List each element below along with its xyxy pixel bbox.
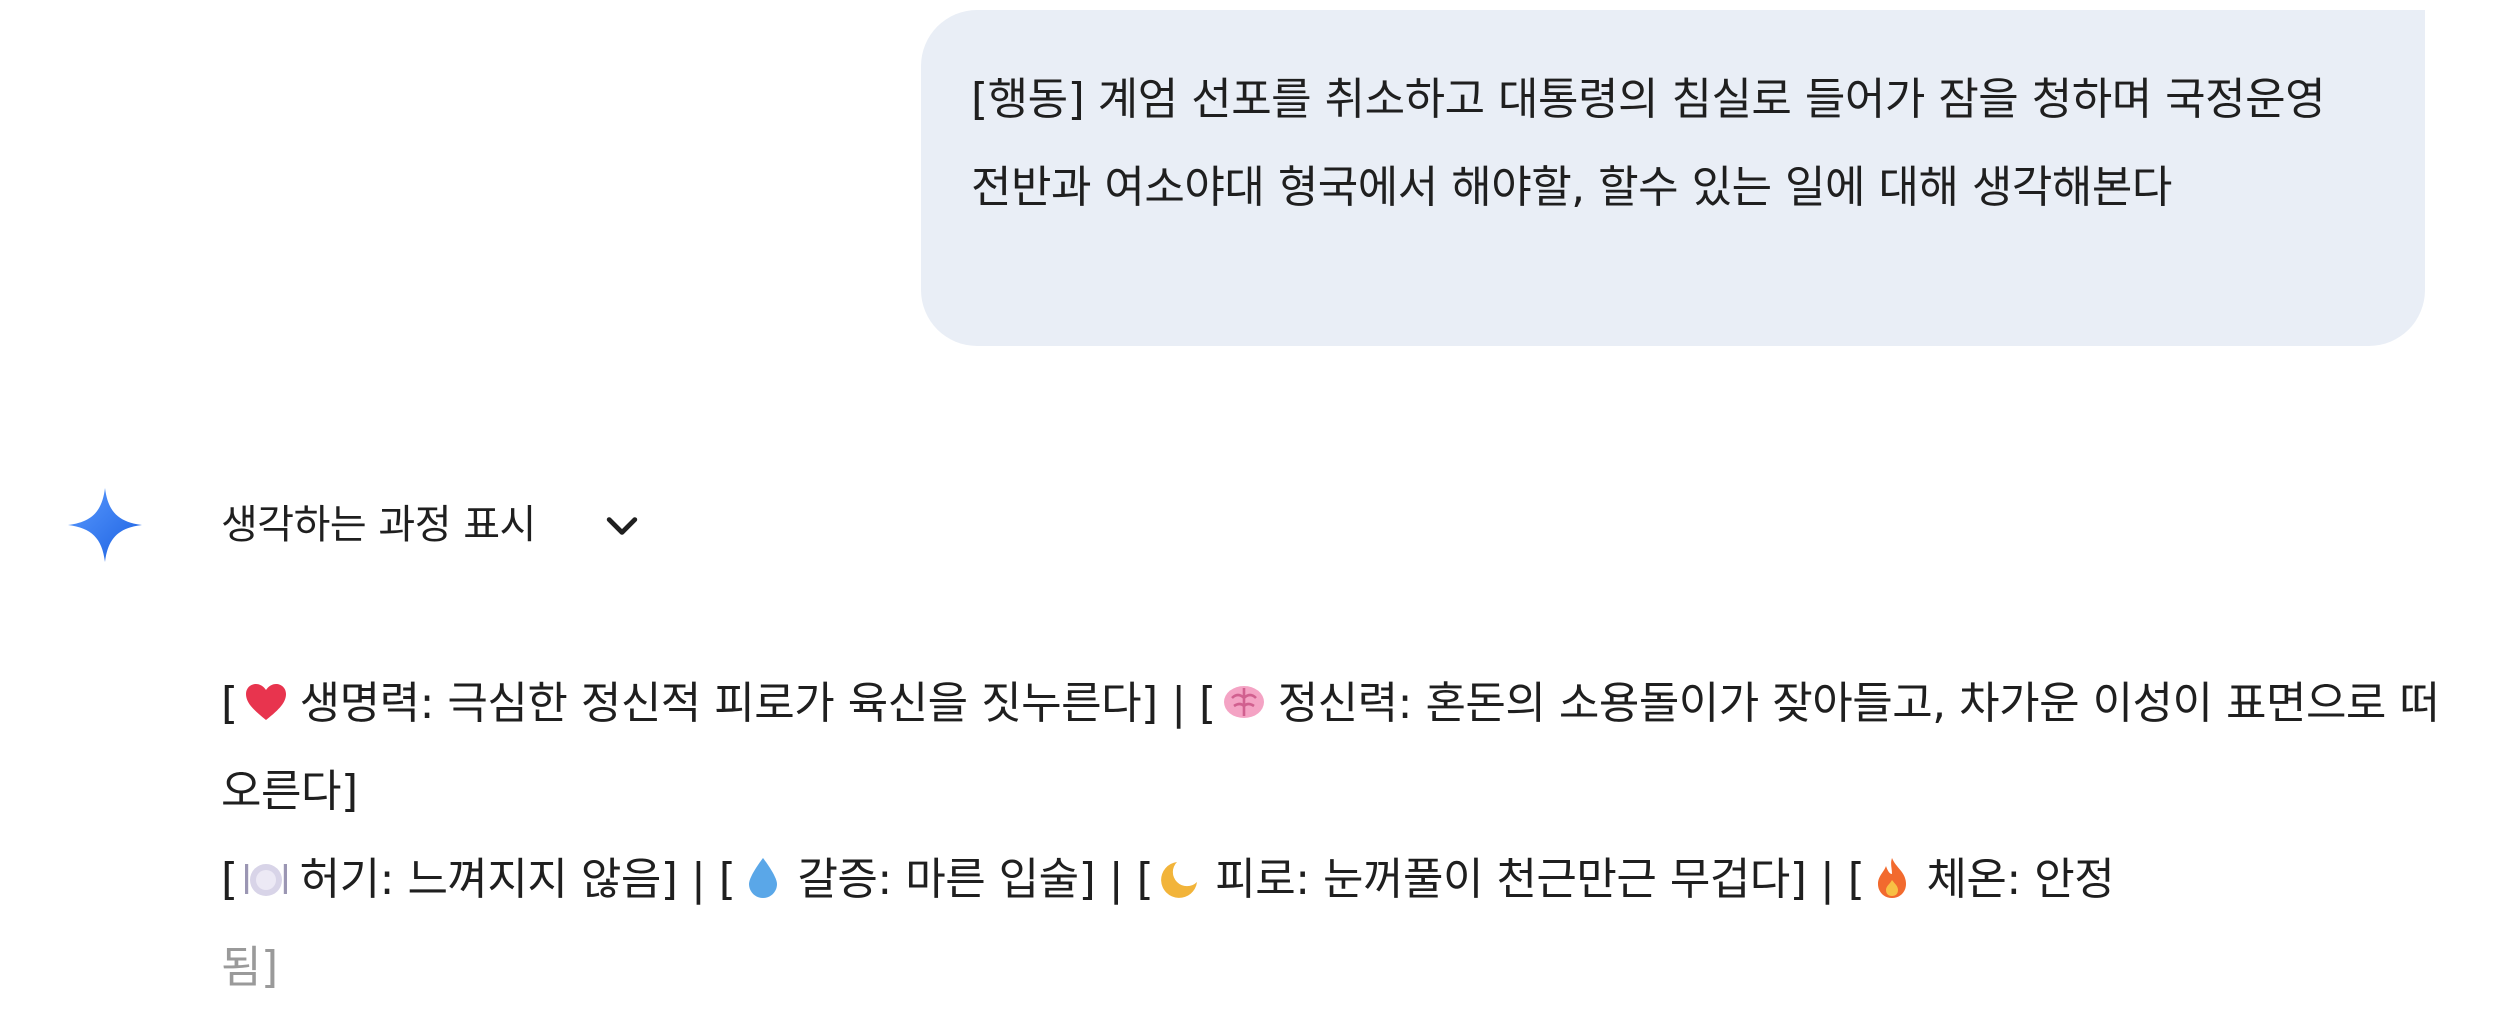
fatigue-status: 피로: 눈꺼풀이 천근만근 무겁다]	[1215, 854, 1807, 905]
brain-icon	[1223, 686, 1264, 718]
droplet-icon	[749, 858, 778, 898]
vitality-status: 생명력: 극심한 정신적 피로가 육신을 짓누른다]	[299, 678, 1159, 729]
gemini-sparkle-icon	[68, 488, 142, 562]
fire-icon	[1878, 858, 1907, 898]
chevron-down-icon[interactable]	[600, 504, 644, 548]
assistant-response: [ 생명력: 극심한 정신적 피로가 육신을 짓누른다] | [ 정신력: 혼돈…	[221, 660, 2441, 1012]
temperature-status: 체온: 안정	[1926, 854, 2115, 905]
status-line-2: [ 허기: 느껴지지 않음] | [ 갈증: 마른 입술] | [ 피로: 눈꺼…	[221, 854, 2115, 905]
temperature-status-tail: 됨]	[221, 942, 278, 993]
crescent-moon-icon	[1161, 862, 1198, 898]
thirst-status: 갈증: 마른 입술]	[797, 854, 1096, 905]
status-line-3: 됨]	[221, 924, 2441, 1012]
heart-icon	[245, 684, 286, 720]
status-line-1: [ 생명력: 극심한 정신적 피로가 육신을 짓누른다] | [ 정신력: 혼돈…	[221, 678, 2440, 817]
thinking-header: 생각하는 과정 표시	[0, 470, 1200, 580]
hunger-status: 허기: 느껴지지 않음]	[299, 854, 678, 905]
user-message-text: [행동] 계엄 선포를 취소하고 대통령의 침실로 들어가 잠을 청하며 국정운…	[971, 74, 2326, 213]
plate-icon	[244, 864, 287, 896]
show-thinking-toggle[interactable]: 생각하는 과정 표시	[221, 500, 536, 550]
user-message-bubble: [행동] 계엄 선포를 취소하고 대통령의 침실로 들어가 잠을 청하며 국정운…	[921, 10, 2425, 346]
